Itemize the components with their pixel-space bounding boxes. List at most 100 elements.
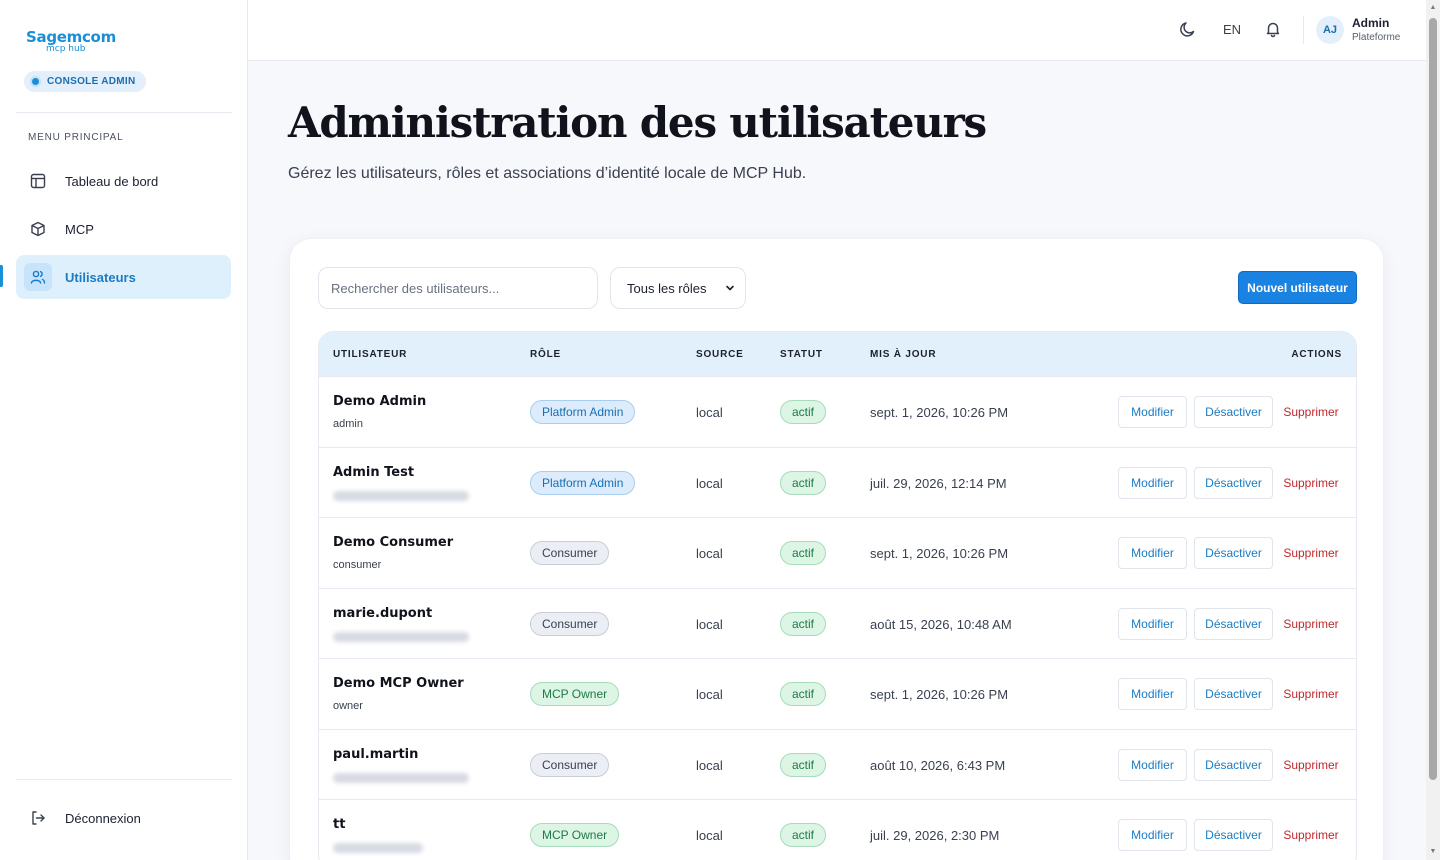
column-header-user[interactable]: UTILISATEUR bbox=[333, 349, 407, 360]
source-cell: local bbox=[696, 475, 723, 491]
user-name-cell: Demo Consumer bbox=[333, 535, 454, 550]
delete-button[interactable]: Supprimer bbox=[1279, 607, 1343, 640]
brand-logo[interactable]: Sagemcom mcp hub bbox=[26, 28, 116, 54]
source-cell: local bbox=[696, 616, 723, 632]
redacted-email bbox=[333, 631, 469, 642]
sidebar: Sagemcom mcp hub CONSOLE ADMIN MENU PRIN… bbox=[0, 0, 248, 860]
column-header-source[interactable]: SOURCE bbox=[696, 349, 744, 360]
table-row: Admin Test Platform Admin local actif ju… bbox=[319, 446, 1356, 518]
new-user-button[interactable]: Nouvel utilisateur bbox=[1238, 271, 1357, 304]
updated-cell: sept. 1, 2026, 10:26 PM bbox=[870, 405, 1009, 420]
table-row: Demo Admin admin Platform Admin local ac… bbox=[319, 376, 1356, 447]
column-header-status[interactable]: STATUT bbox=[780, 349, 823, 360]
topbar-divider bbox=[1303, 16, 1304, 44]
avatar[interactable]: AJ bbox=[1316, 16, 1344, 44]
table-header: UTILISATEUR RÔLE SOURCE STATUT MIS À JOU… bbox=[319, 332, 1356, 376]
role-badge: Platform Admin bbox=[530, 400, 636, 424]
sidebar-item-mcp[interactable]: MCP bbox=[16, 207, 231, 251]
modify-button[interactable]: Modifier bbox=[1118, 748, 1187, 781]
logout-button[interactable]: Déconnexion bbox=[16, 796, 231, 840]
user-name-cell: Demo MCP Owner bbox=[333, 676, 464, 691]
logout-label: Déconnexion bbox=[65, 810, 141, 826]
sidebar-item-dashboard[interactable]: Tableau de bord bbox=[16, 159, 231, 203]
delete-button[interactable]: Supprimer bbox=[1279, 748, 1343, 781]
role-badge: Consumer bbox=[530, 752, 610, 777]
table-row: paul.martin Consumer local actif août 10… bbox=[319, 728, 1356, 800]
sidebar-item-label: MCP bbox=[65, 221, 94, 237]
users-icon bbox=[24, 263, 52, 291]
page-title: Administration des utilisateurs bbox=[288, 98, 987, 147]
sidebar-item-label: Tableau de bord bbox=[65, 173, 159, 189]
bell-icon[interactable] bbox=[1264, 20, 1282, 43]
role-badge: Platform Admin bbox=[530, 470, 636, 495]
users-card: Tous les rôles Nouvel utilisateur UTILIS… bbox=[289, 238, 1384, 860]
role-badge: Consumer bbox=[530, 611, 610, 636]
scrollbar-thumb[interactable] bbox=[1429, 18, 1437, 780]
status-dot-icon bbox=[32, 78, 39, 85]
column-header-updated[interactable]: MIS À JOUR bbox=[870, 349, 936, 360]
table-row: tt MCP Owner local actif juil. 29, 2026,… bbox=[319, 799, 1356, 860]
delete-button[interactable]: Supprimer bbox=[1279, 396, 1343, 428]
user-login-cell: consumer bbox=[333, 559, 382, 571]
user-login-cell: owner bbox=[333, 700, 363, 712]
language-switch[interactable]: EN bbox=[1223, 22, 1241, 37]
modify-button[interactable]: Modifier bbox=[1118, 537, 1187, 569]
delete-button[interactable]: Supprimer bbox=[1279, 819, 1343, 851]
role-badge: MCP Owner bbox=[530, 823, 620, 847]
modify-button[interactable]: Modifier bbox=[1118, 466, 1187, 499]
sidebar-item-users[interactable]: Utilisateurs bbox=[16, 255, 231, 299]
scroll-down-icon[interactable]: ▼ bbox=[1429, 848, 1437, 856]
column-header-role[interactable]: RÔLE bbox=[530, 349, 561, 360]
modify-button[interactable]: Modifier bbox=[1118, 678, 1187, 710]
source-cell: local bbox=[696, 687, 723, 702]
updated-cell: sept. 1, 2026, 10:26 PM bbox=[870, 687, 1009, 702]
disable-button[interactable]: Désactiver bbox=[1194, 678, 1273, 710]
column-header-actions: ACTIONS bbox=[1291, 349, 1342, 360]
user-login-cell: admin bbox=[333, 418, 363, 430]
user-name: Admin bbox=[1352, 16, 1390, 30]
scroll-up-icon[interactable]: ▲ bbox=[1429, 4, 1437, 12]
role-filter-select[interactable]: Tous les rôles bbox=[610, 267, 746, 309]
delete-button[interactable]: Supprimer bbox=[1279, 678, 1343, 710]
redacted-email bbox=[333, 490, 469, 501]
moon-icon[interactable] bbox=[1179, 20, 1197, 43]
disable-button[interactable]: Désactiver bbox=[1194, 537, 1273, 569]
updated-cell: juil. 29, 2026, 2:30 PM bbox=[870, 828, 1000, 843]
role-badge: Consumer bbox=[530, 541, 610, 565]
table-row: Demo Consumer consumer Consumer local ac… bbox=[319, 517, 1356, 588]
chevron-down-icon bbox=[725, 281, 735, 296]
user-name-cell: tt bbox=[333, 817, 346, 832]
disable-button[interactable]: Désactiver bbox=[1194, 396, 1273, 428]
modify-button[interactable]: Modifier bbox=[1118, 607, 1187, 640]
users-table: UTILISATEUR RÔLE SOURCE STATUT MIS À JOU… bbox=[318, 331, 1357, 860]
status-badge: actif bbox=[780, 470, 827, 495]
status-badge: actif bbox=[780, 682, 827, 706]
status-badge: actif bbox=[780, 823, 827, 847]
user-role: Plateforme bbox=[1352, 32, 1401, 43]
disable-button[interactable]: Désactiver bbox=[1194, 466, 1273, 499]
role-filter-value: Tous les rôles bbox=[627, 280, 707, 296]
active-indicator bbox=[0, 265, 3, 287]
status-badge: actif bbox=[780, 752, 827, 777]
updated-cell: août 10, 2026, 6:43 PM bbox=[870, 757, 1006, 773]
delete-button[interactable]: Supprimer bbox=[1279, 466, 1343, 499]
user-name-cell: paul.martin bbox=[333, 746, 419, 762]
disable-button[interactable]: Désactiver bbox=[1194, 748, 1273, 781]
source-cell: local bbox=[696, 757, 723, 773]
search-input[interactable] bbox=[318, 267, 598, 309]
page-subtitle: Gérez les utilisateurs, rôles et associa… bbox=[288, 165, 807, 182]
modify-button[interactable]: Modifier bbox=[1118, 396, 1187, 428]
menu-title: MENU PRINCIPAL bbox=[28, 132, 124, 143]
disable-button[interactable]: Désactiver bbox=[1194, 607, 1273, 640]
redacted-email bbox=[333, 843, 423, 853]
updated-cell: juil. 29, 2026, 12:14 PM bbox=[870, 475, 1007, 491]
disable-button[interactable]: Désactiver bbox=[1194, 819, 1273, 851]
delete-button[interactable]: Supprimer bbox=[1279, 537, 1343, 569]
layout-icon bbox=[24, 167, 52, 195]
top-bar: EN AJ Admin Plateforme bbox=[248, 0, 1426, 61]
user-name-cell: Admin Test bbox=[333, 464, 415, 480]
user-name-cell: marie.dupont bbox=[333, 605, 433, 621]
source-cell: local bbox=[696, 405, 723, 420]
status-badge: actif bbox=[780, 611, 827, 636]
modify-button[interactable]: Modifier bbox=[1118, 819, 1187, 851]
